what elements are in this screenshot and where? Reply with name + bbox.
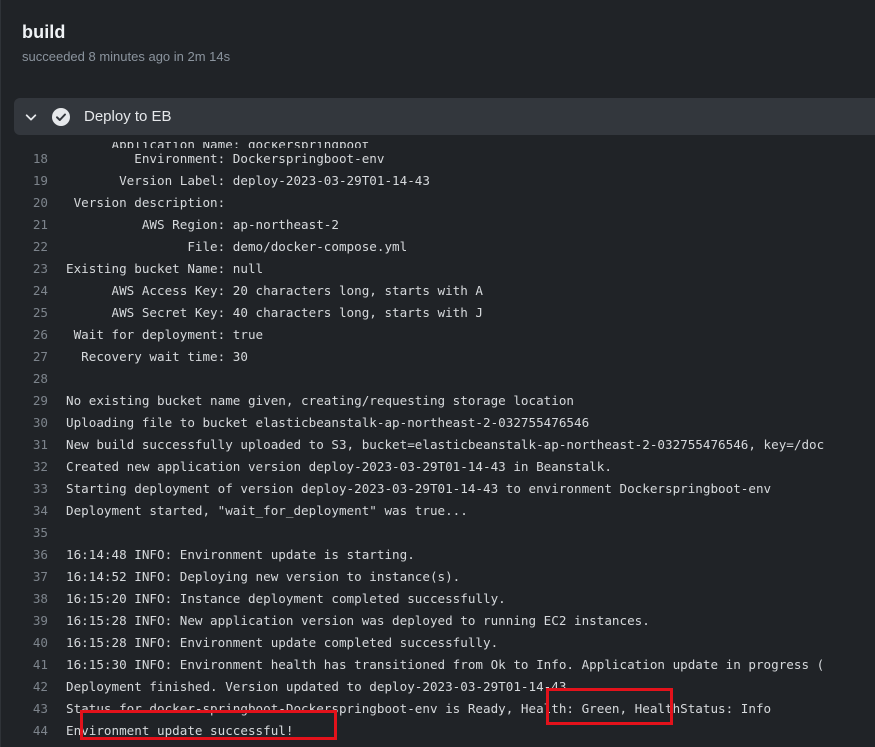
log-line: 31 New build successfully uploaded to S3,…	[0, 434, 875, 456]
log-line-number[interactable]: 38	[0, 588, 66, 610]
log-line: 43 Status for docker-springboot-Dockerspr…	[0, 698, 875, 720]
log-line: 30 Uploading file to bucket elasticbeanst…	[0, 412, 875, 434]
log-line-number[interactable]: 44	[0, 720, 66, 742]
log-line-number[interactable]: 23	[0, 258, 66, 280]
log-line-text: Version description:	[66, 195, 226, 210]
log-line: 25 AWS Secret Key: 40 characters long, s…	[0, 302, 875, 324]
log-line-number[interactable]: 41	[0, 654, 66, 676]
job-status-summary: succeeded 8 minutes ago in 2m 14s	[22, 49, 231, 64]
step-title: Deploy to EB	[84, 108, 172, 125]
log-line-text: Deployment finished. Version updated to …	[66, 679, 567, 694]
log-line-number[interactable]: 42	[0, 676, 66, 698]
log-line-number[interactable]: 36	[0, 544, 66, 566]
log-line-text: 16:14:52 INFO: Deploying new version to …	[66, 569, 461, 584]
log-line-number[interactable]: 22	[0, 236, 66, 258]
log-line-number[interactable]: 32	[0, 456, 66, 478]
log-line-text: No existing bucket name given, creating/…	[66, 393, 574, 408]
log-line: 27 Recovery wait time: 30	[0, 346, 875, 368]
log-line-number[interactable]: 19	[0, 170, 66, 192]
log-line: 41 16:15:30 INFO: Environment health has …	[0, 654, 875, 676]
chevron-down-icon[interactable]	[14, 110, 48, 124]
log-line: 42 Deployment finished. Version updated t…	[0, 676, 875, 698]
log-line-text: 16:15:28 INFO: New application version w…	[66, 613, 650, 628]
log-line-text: AWS Access Key: 20 characters long, star…	[66, 283, 484, 298]
log-line: 37 16:14:52 INFO: Deploying new version t…	[0, 566, 875, 588]
log-line-number[interactable]: 21	[0, 214, 66, 236]
log-output: Application Name: dockerspringboot18 Env…	[0, 137, 875, 747]
log-line-number[interactable]: 37	[0, 566, 66, 588]
log-line-text: Created new application version deploy-2…	[66, 459, 612, 474]
log-line-text: Recovery wait time: 30	[66, 349, 248, 364]
log-line-text: Starting deployment of version deploy-20…	[66, 481, 772, 496]
log-line-text: 16:14:48 INFO: Environment update is sta…	[66, 547, 415, 562]
log-line: 19 Version Label: deploy-2023-03-29T01-1…	[0, 170, 875, 192]
log-line-number[interactable]: 28	[0, 368, 66, 390]
log-line-number[interactable]: 26	[0, 324, 66, 346]
log-line-number[interactable]: 39	[0, 610, 66, 632]
step-header-deploy[interactable]: Deploy to EB	[14, 98, 875, 135]
log-line-number[interactable]: 33	[0, 478, 66, 500]
log-line: 38 16:15:20 INFO: Instance deployment com…	[0, 588, 875, 610]
log-line-number[interactable]: 31	[0, 434, 66, 456]
log-line-number[interactable]: 30	[0, 412, 66, 434]
log-line-text: Deployment started, "wait_for_deployment…	[66, 503, 468, 518]
log-line-number[interactable]: 29	[0, 390, 66, 412]
log-line-text: 16:15:30 INFO: Environment health has tr…	[66, 657, 825, 672]
job-header: build succeeded 8 minutes ago in 2m 14s	[22, 22, 230, 64]
log-line-text: Existing bucket Name: null	[66, 261, 264, 276]
log-line-text: New build successfully uploaded to S3, b…	[66, 437, 825, 452]
log-line: 22 File: demo/docker-compose.yml	[0, 236, 875, 258]
check-circle-icon	[52, 107, 70, 126]
log-line-text: Uploading file to bucket elasticbeanstal…	[66, 415, 590, 430]
log-line-number[interactable]: 18	[0, 148, 66, 170]
log-line-number[interactable]: 27	[0, 346, 66, 368]
log-line-text: Version Label: deploy-2023-03-29T01-14-4…	[66, 173, 430, 188]
log-line: 21 AWS Region: ap-northeast-2	[0, 214, 875, 236]
log-line: 20 Version description:	[0, 192, 875, 214]
job-title: build	[22, 22, 66, 42]
log-lines: Application Name: dockerspringboot18 Env…	[0, 142, 875, 742]
log-line-text: AWS Region: ap-northeast-2	[66, 217, 339, 232]
log-line-text: Status for docker-springboot-Dockersprin…	[66, 701, 772, 716]
log-line-text: File: demo/docker-compose.yml	[66, 239, 408, 254]
log-line-text: Environment update successful!	[66, 723, 294, 738]
log-line-text: AWS Secret Key: 40 characters long, star…	[66, 305, 484, 320]
log-line: 34 Deployment started, "wait_for_deployme…	[0, 500, 875, 522]
log-line: 40 16:15:28 INFO: Environment update comp…	[0, 632, 875, 654]
log-line: 32 Created new application version deploy…	[0, 456, 875, 478]
log-line: 29 No existing bucket name given, creatin…	[0, 390, 875, 412]
log-line: 33 Starting deployment of version deploy-…	[0, 478, 875, 500]
log-line: 24 AWS Access Key: 20 characters long, s…	[0, 280, 875, 302]
log-line: 18 Environment: Dockerspringboot-env	[0, 148, 875, 170]
log-line: 28	[0, 368, 875, 390]
log-line: 26 Wait for deployment: true	[0, 324, 875, 346]
log-line-number[interactable]: 43	[0, 698, 66, 720]
log-line-number[interactable]: 34	[0, 500, 66, 522]
log-line: 44 Environment update successful!	[0, 720, 875, 742]
log-line-number[interactable]: 25	[0, 302, 66, 324]
log-line-number[interactable]: 35	[0, 522, 66, 544]
log-line: 35	[0, 522, 875, 544]
log-line-text: 16:15:20 INFO: Instance deployment compl…	[66, 591, 506, 606]
log-line-text: 16:15:28 INFO: Environment update comple…	[66, 635, 499, 650]
log-line: 23 Existing bucket Name: null	[0, 258, 875, 280]
log-line-text: Environment: Dockerspringboot-env	[66, 151, 385, 166]
log-line-number[interactable]: 20	[0, 192, 66, 214]
log-line: 39 16:15:28 INFO: New application version…	[0, 610, 875, 632]
log-line-number[interactable]: 24	[0, 280, 66, 302]
log-line-text: Wait for deployment: true	[66, 327, 264, 342]
log-line-number[interactable]: 40	[0, 632, 66, 654]
log-line: 36 16:14:48 INFO: Environment update is s…	[0, 544, 875, 566]
